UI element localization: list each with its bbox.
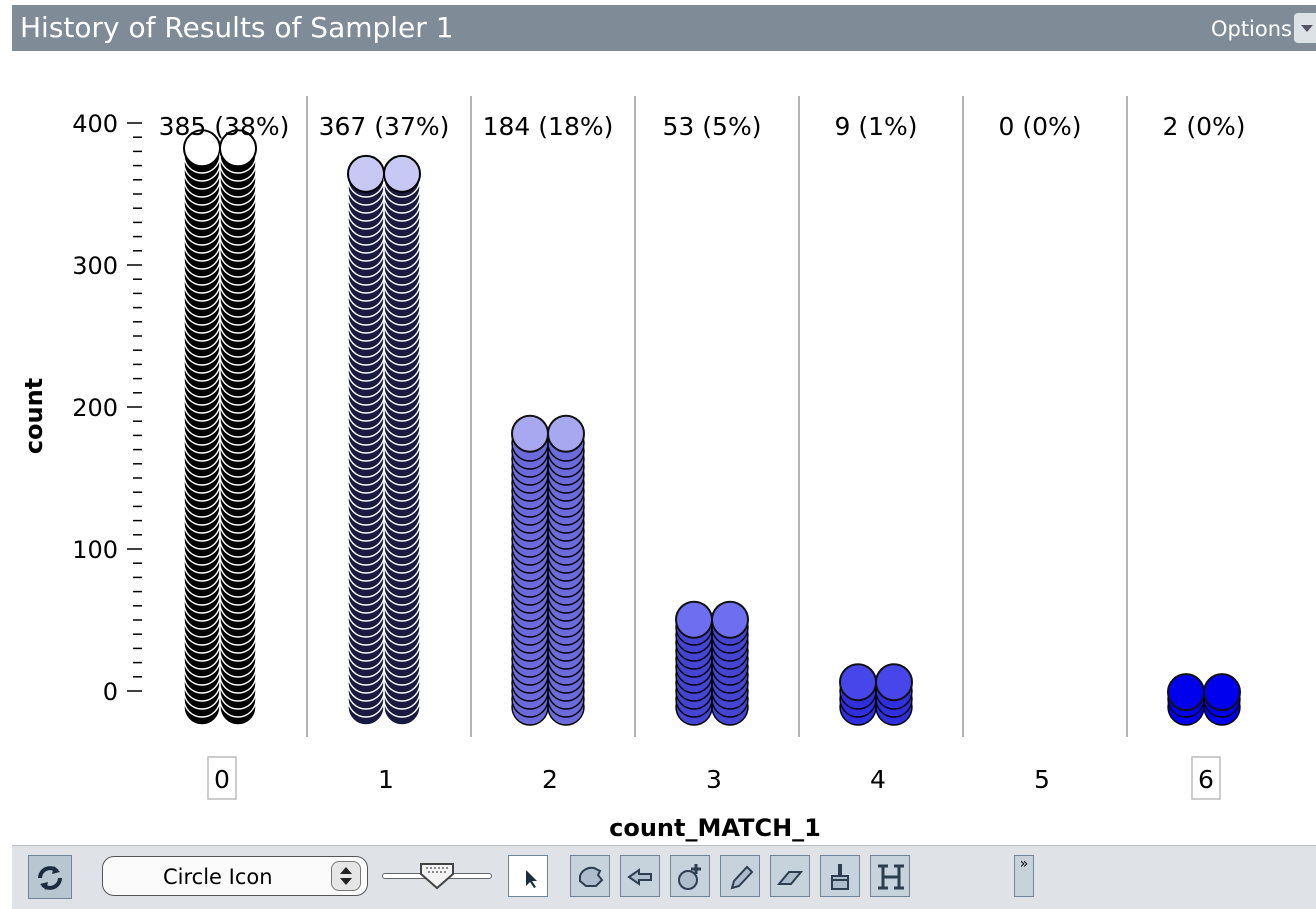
bin-count-label: 0 (0%) [998,112,1081,141]
y-tick-label: 300 [72,252,118,280]
grab-tool-button[interactable] [570,855,610,897]
data-point-top [547,414,585,453]
bin-6[interactable] [1167,673,1241,726]
y-tick-label: 400 [72,110,118,138]
bin-count-label: 9 (1%) [834,112,917,141]
data-point-top [511,414,549,453]
bin-count-label: 367 (37%) [319,112,450,141]
x-axis-label: count_MATCH_1 [609,814,821,842]
data-point-top [1167,673,1205,712]
arrow-left-icon [627,868,652,886]
bin-count-label: 53 (5%) [663,112,762,141]
y-tick-label: 100 [72,536,118,564]
bin-2[interactable] [511,414,585,726]
data-point-top [383,154,421,193]
bin-0[interactable] [183,129,257,726]
slider-thumb-icon[interactable] [420,862,454,890]
paint-brush-icon [831,864,849,890]
move-tool-button[interactable] [620,855,660,897]
x-tick-label: 5 [1034,765,1050,794]
title-bar: History of Results of Sampler 1 Options [12,5,1316,51]
bin-4[interactable] [839,663,913,726]
bin-count-label: 2 (0%) [1162,112,1245,141]
bin-count-label: 184 (18%) [483,112,614,141]
bin-3[interactable] [675,600,749,726]
histogram-h-icon [878,864,904,890]
x-tick-label: 4 [870,765,886,794]
add-point-icon [678,864,701,890]
histogram-plot[interactable]: 0 100 200 300 400 385 (38%) 367 (37%) 184 (18%… [12,51,1316,845]
refresh-icon [38,866,62,890]
eraser-icon [776,871,804,885]
data-point-top [675,600,713,639]
data-point-top [839,663,877,702]
marker-type-select[interactable]: Circle Icon [102,856,368,896]
hand-grab-icon [579,866,604,887]
pencil-icon [730,865,754,890]
arrow-pointer-icon [526,870,537,888]
chart: 0 100 200 300 400 385 (38%) 367 (37%) 184 (18%… [20,96,1246,842]
erase-tool-button[interactable] [770,855,810,897]
data-point-top [711,600,749,639]
add-point-tool-button[interactable] [670,855,710,897]
y-tick-label: 200 [72,394,118,422]
window-edge [0,0,12,908]
x-tick-label: 3 [706,765,722,794]
data-point-top [347,154,385,193]
marker-size-slider[interactable] [382,862,492,890]
draw-tool-button[interactable] [720,855,760,897]
x-tick-label: 1 [378,765,394,794]
bin-count-label: 385 (38%) [159,112,290,141]
x-tick-label: 2 [542,765,558,794]
marker-type-value: Circle Icon [163,865,273,889]
data-point-top [875,663,913,702]
data-point-top [1203,673,1241,712]
select-tool-button[interactable] [508,855,548,897]
y-tick-label: 0 [103,678,118,706]
x-tick-label: 6 [1198,765,1214,794]
refresh-button[interactable] [28,855,72,899]
options-menu-label[interactable]: Options [1211,17,1292,41]
select-stepper-icon[interactable] [331,861,361,891]
histogram-tool-button[interactable] [870,855,910,897]
paint-tool-button[interactable] [820,855,860,897]
x-tick-label: 0 [214,765,230,794]
window-title: History of Results of Sampler 1 [20,11,454,44]
more-tools-button[interactable]: » [1014,855,1034,897]
options-dropdown-icon[interactable] [1294,13,1316,43]
bin-1[interactable] [347,154,421,726]
y-axis-label: count [20,378,48,454]
toolbar: Circle Icon » [12,845,1316,909]
